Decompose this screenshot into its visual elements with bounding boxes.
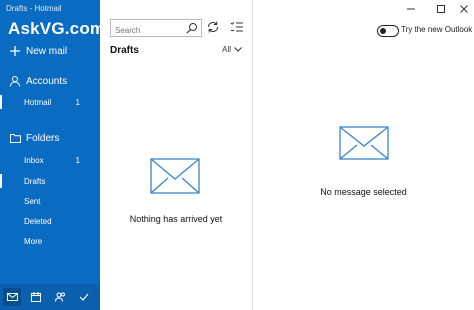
- plus-icon: [8, 46, 22, 56]
- envelope-icon: [150, 158, 200, 194]
- folder-label: Drafts: [24, 176, 46, 186]
- new-outlook-toggle[interactable]: [377, 25, 399, 37]
- sidebar-item-inbox[interactable]: Inbox 1: [0, 151, 100, 169]
- new-outlook-label: Try the new Outlook: [401, 25, 473, 34]
- selection-mode-icon[interactable]: [230, 20, 244, 34]
- filter-value: All: [222, 45, 231, 54]
- folder-count: 1: [75, 155, 80, 165]
- brand-logo-text: AskVG.com: [8, 19, 106, 38]
- folder-icon: [8, 133, 22, 143]
- envelope-icon: [339, 126, 389, 160]
- accounts-button[interactable]: Accounts: [0, 72, 100, 90]
- folder-title: Drafts: [110, 45, 139, 56]
- mail-app-button[interactable]: [3, 288, 21, 306]
- sidebar-item-sent[interactable]: Sent: [0, 192, 100, 210]
- checkmark-icon: [79, 293, 89, 301]
- new-mail-button[interactable]: New mail: [0, 42, 100, 60]
- calendar-app-button[interactable]: [27, 288, 45, 306]
- person-icon: [8, 75, 22, 87]
- folder-label: More: [24, 236, 43, 246]
- mail-icon: [6, 293, 18, 301]
- calendar-icon: [31, 292, 41, 302]
- folders-label: Folders: [26, 132, 60, 144]
- minimize-icon: [407, 8, 415, 10]
- search-icon[interactable]: [186, 22, 198, 34]
- search-box[interactable]: [110, 19, 202, 38]
- window-title: Drafts - Hotmail: [6, 4, 62, 13]
- search-input[interactable]: [111, 23, 189, 38]
- sidebar-item-deleted[interactable]: Deleted: [0, 212, 100, 230]
- toggle-knob: [380, 28, 386, 34]
- new-mail-label: New mail: [26, 45, 68, 57]
- close-button[interactable]: [458, 4, 470, 14]
- close-icon: [460, 5, 468, 13]
- people-icon: [54, 292, 65, 302]
- empty-list-message: Nothing has arrived yet: [129, 214, 223, 224]
- sidebar-item-more[interactable]: More: [0, 232, 100, 250]
- minimize-button[interactable]: [405, 4, 417, 14]
- reading-pane: Try the new Outlook No message selected: [253, 0, 474, 310]
- message-list-pane: Drafts All Nothing has arrived yet: [100, 0, 253, 310]
- folder-label: Sent: [24, 196, 41, 206]
- account-unread-count: 1: [75, 97, 80, 107]
- folders-button[interactable]: Folders: [0, 129, 100, 147]
- accounts-label: Accounts: [26, 75, 68, 87]
- maximize-icon: [437, 5, 445, 13]
- account-name: Hotmail: [24, 97, 52, 107]
- sync-icon[interactable]: [206, 20, 220, 34]
- sidebar: Drafts - Hotmail AskVG.com New mail Acco…: [0, 0, 105, 310]
- account-hotmail[interactable]: Hotmail 1: [0, 93, 100, 111]
- todo-app-button[interactable]: [75, 288, 93, 306]
- sidebar-item-drafts[interactable]: Drafts: [0, 172, 100, 190]
- folder-label: Inbox: [24, 155, 44, 165]
- maximize-button[interactable]: [435, 4, 447, 14]
- filter-dropdown[interactable]: All: [222, 45, 242, 54]
- no-message-selected-text: No message selected: [320, 187, 407, 197]
- app-switcher-bar: [0, 284, 100, 310]
- people-app-button[interactable]: [51, 288, 69, 306]
- chevron-down-icon: [234, 47, 242, 52]
- folder-label: Deleted: [24, 216, 52, 226]
